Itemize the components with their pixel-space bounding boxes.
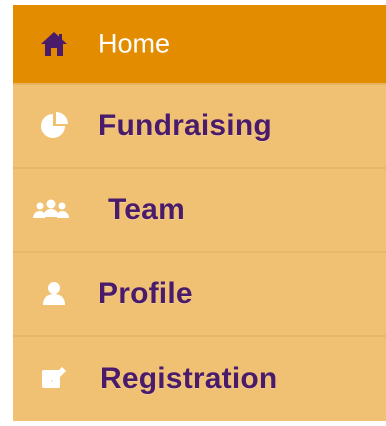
- pie-chart-icon: [38, 110, 70, 142]
- user-icon: [38, 278, 70, 310]
- nav-item-profile-label: Profile: [98, 277, 193, 310]
- team-icon: [31, 194, 71, 226]
- nav-item-fundraising[interactable]: Fundraising: [13, 85, 386, 169]
- sidebar-navigation: Home Fundraising Team Profile Registrati…: [0, 0, 386, 426]
- nav-item-fundraising-label: Fundraising: [98, 109, 272, 142]
- edit-icon: [38, 363, 70, 395]
- nav-item-home[interactable]: Home: [13, 5, 386, 85]
- home-icon: [38, 28, 70, 60]
- nav-item-profile[interactable]: Profile: [13, 253, 386, 337]
- nav-item-team-label: Team: [108, 193, 185, 226]
- nav-item-registration[interactable]: Registration: [13, 337, 386, 421]
- nav-list: Home Fundraising Team Profile Registrati…: [13, 5, 386, 421]
- nav-item-team[interactable]: Team: [13, 169, 386, 253]
- nav-item-home-label: Home: [98, 28, 171, 59]
- nav-item-registration-label: Registration: [100, 362, 278, 395]
